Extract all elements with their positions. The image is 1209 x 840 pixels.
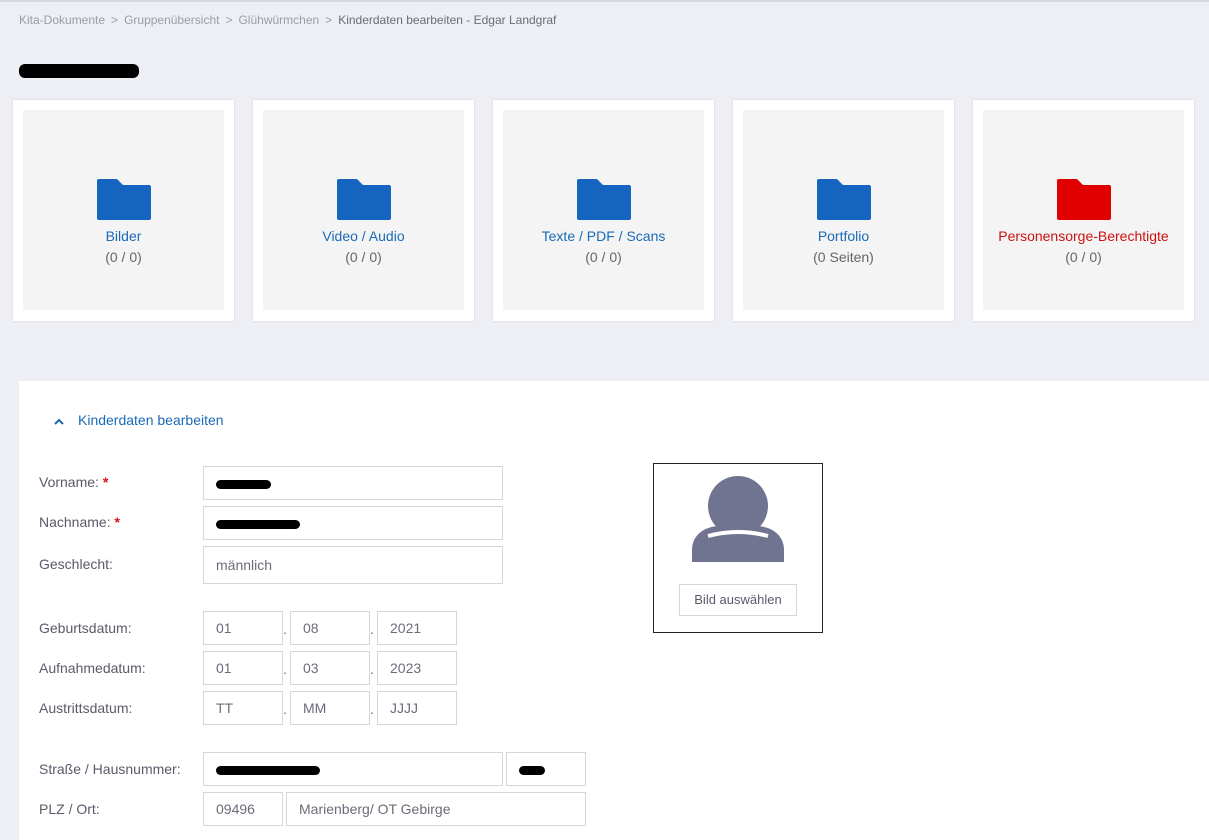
redacted-value (216, 479, 271, 489)
redacted-value (216, 519, 300, 529)
folder-card-count: (0 / 0) (1065, 249, 1102, 265)
folder-card-body: Video / Audio (0 / 0) (263, 110, 464, 310)
folder-card-body: Portfolio (0 Seiten) (743, 110, 944, 310)
folder-card-count: (0 / 0) (105, 249, 142, 265)
breadcrumb: Kita-Dokumente > Gruppenübersicht > Glühwürm… (19, 13, 556, 27)
section-title: Kinderdaten bearbeiten (78, 412, 224, 428)
breadcrumb-item-gruppenuebersicht[interactable]: Gruppenübersicht (124, 13, 219, 27)
folder-card-body: Texte / PDF / Scans (0 / 0) (503, 110, 704, 310)
folder-card-title: Portfolio (817, 228, 870, 244)
geschlecht-label: Geschlecht: (39, 556, 113, 572)
strasse-label: Straße / Hausnummer: (39, 761, 181, 777)
required-marker: * (114, 514, 120, 530)
folder-card-portfolio[interactable]: Portfolio (0 Seiten) (733, 100, 954, 321)
breadcrumb-separator: > (225, 13, 233, 27)
child-photo-box: Bild auswählen (653, 463, 823, 633)
select-photo-button[interactable]: Bild auswählen (679, 584, 797, 616)
nachname-label: Nachname: * (39, 514, 120, 530)
plz-ort-label: PLZ / Ort: (39, 801, 100, 817)
vorname-label-text: Vorname: (39, 474, 99, 490)
date-separator: . (283, 621, 287, 637)
plz-input[interactable]: 09496 (203, 792, 283, 826)
breadcrumb-current: Kinderdaten bearbeiten - Edgar Landgraf (338, 13, 557, 27)
nachname-input[interactable] (203, 506, 503, 540)
folder-card-video-audio[interactable]: Video / Audio (0 / 0) (253, 100, 474, 321)
redacted-value (216, 765, 320, 775)
ort-input[interactable]: Marienberg/ OT Gebirge (286, 792, 586, 826)
date-separator: . (370, 621, 374, 637)
folder-card-bilder[interactable]: Bilder (0 / 0) (13, 100, 234, 321)
vorname-label: Vorname: * (39, 474, 108, 490)
strasse-input[interactable] (203, 752, 503, 786)
geburtsdatum-month-input[interactable]: 08 (290, 611, 370, 645)
child-data-panel: Kinderdaten bearbeiten Vorname: * Nachna… (19, 381, 1209, 840)
folder-card-count: (0 Seiten) (813, 249, 874, 265)
geburtsdatum-year-input[interactable]: 2021 (377, 611, 457, 645)
breadcrumb-item-gruppe[interactable]: Glühwürmchen (238, 13, 319, 27)
austrittsdatum-day-input[interactable]: TT (203, 691, 283, 725)
aufnahmedatum-label: Aufnahmedatum: (39, 660, 146, 676)
folder-card-body: Personensorge-Berechtigte (0 / 0) (983, 110, 1184, 310)
aufnahmedatum-year-input[interactable]: 2023 (377, 651, 457, 685)
breadcrumb-separator: > (325, 13, 333, 27)
date-separator: . (370, 701, 374, 717)
date-separator: . (283, 701, 287, 717)
top-divider (0, 0, 1209, 2)
date-separator: . (283, 661, 287, 677)
date-separator: . (370, 661, 374, 677)
folder-card-title: Video / Audio (322, 228, 405, 244)
breadcrumb-item-kita-dokumente[interactable]: Kita-Dokumente (19, 13, 105, 27)
aufnahmedatum-day-input[interactable]: 01 (203, 651, 283, 685)
folder-card-personensorge-berechtigte[interactable]: Personensorge-Berechtigte (0 / 0) (973, 100, 1194, 321)
austrittsdatum-month-input[interactable]: MM (290, 691, 370, 725)
section-toggle-kinderdaten[interactable]: Kinderdaten bearbeiten (54, 412, 224, 428)
geschlecht-select[interactable]: männlich (203, 546, 503, 584)
folder-icon (577, 179, 631, 220)
vorname-input[interactable] (203, 466, 503, 500)
breadcrumb-separator: > (111, 13, 119, 27)
folder-card-count: (0 / 0) (585, 249, 622, 265)
folder-card-title: Bilder (105, 228, 142, 244)
folder-card-count: (0 / 0) (345, 249, 382, 265)
folder-icon (1057, 179, 1111, 220)
folder-card-title: Personensorge-Berechtigte (998, 228, 1169, 244)
austrittsdatum-label: Austrittsdatum: (39, 700, 133, 716)
folder-card-texte-pdf-scans[interactable]: Texte / PDF / Scans (0 / 0) (493, 100, 714, 321)
folder-card-body: Bilder (0 / 0) (23, 110, 224, 310)
nachname-label-text: Nachname: (39, 514, 111, 530)
geburtsdatum-day-input[interactable]: 01 (203, 611, 283, 645)
austrittsdatum-year-input[interactable]: JJJJ (377, 691, 457, 725)
child-name-heading (19, 64, 139, 81)
aufnahmedatum-month-input[interactable]: 03 (290, 651, 370, 685)
folder-icon (97, 179, 151, 220)
required-marker: * (102, 474, 109, 490)
avatar-placeholder-icon (692, 476, 784, 562)
redacted-value (519, 765, 545, 775)
folder-icon (817, 179, 871, 220)
folder-icon (337, 179, 391, 220)
geburtsdatum-label: Geburtsdatum: (39, 620, 132, 636)
folder-card-title: Texte / PDF / Scans (541, 228, 666, 244)
hausnummer-input[interactable] (506, 752, 586, 786)
chevron-up-icon (54, 412, 66, 428)
redacted-name (19, 64, 139, 78)
